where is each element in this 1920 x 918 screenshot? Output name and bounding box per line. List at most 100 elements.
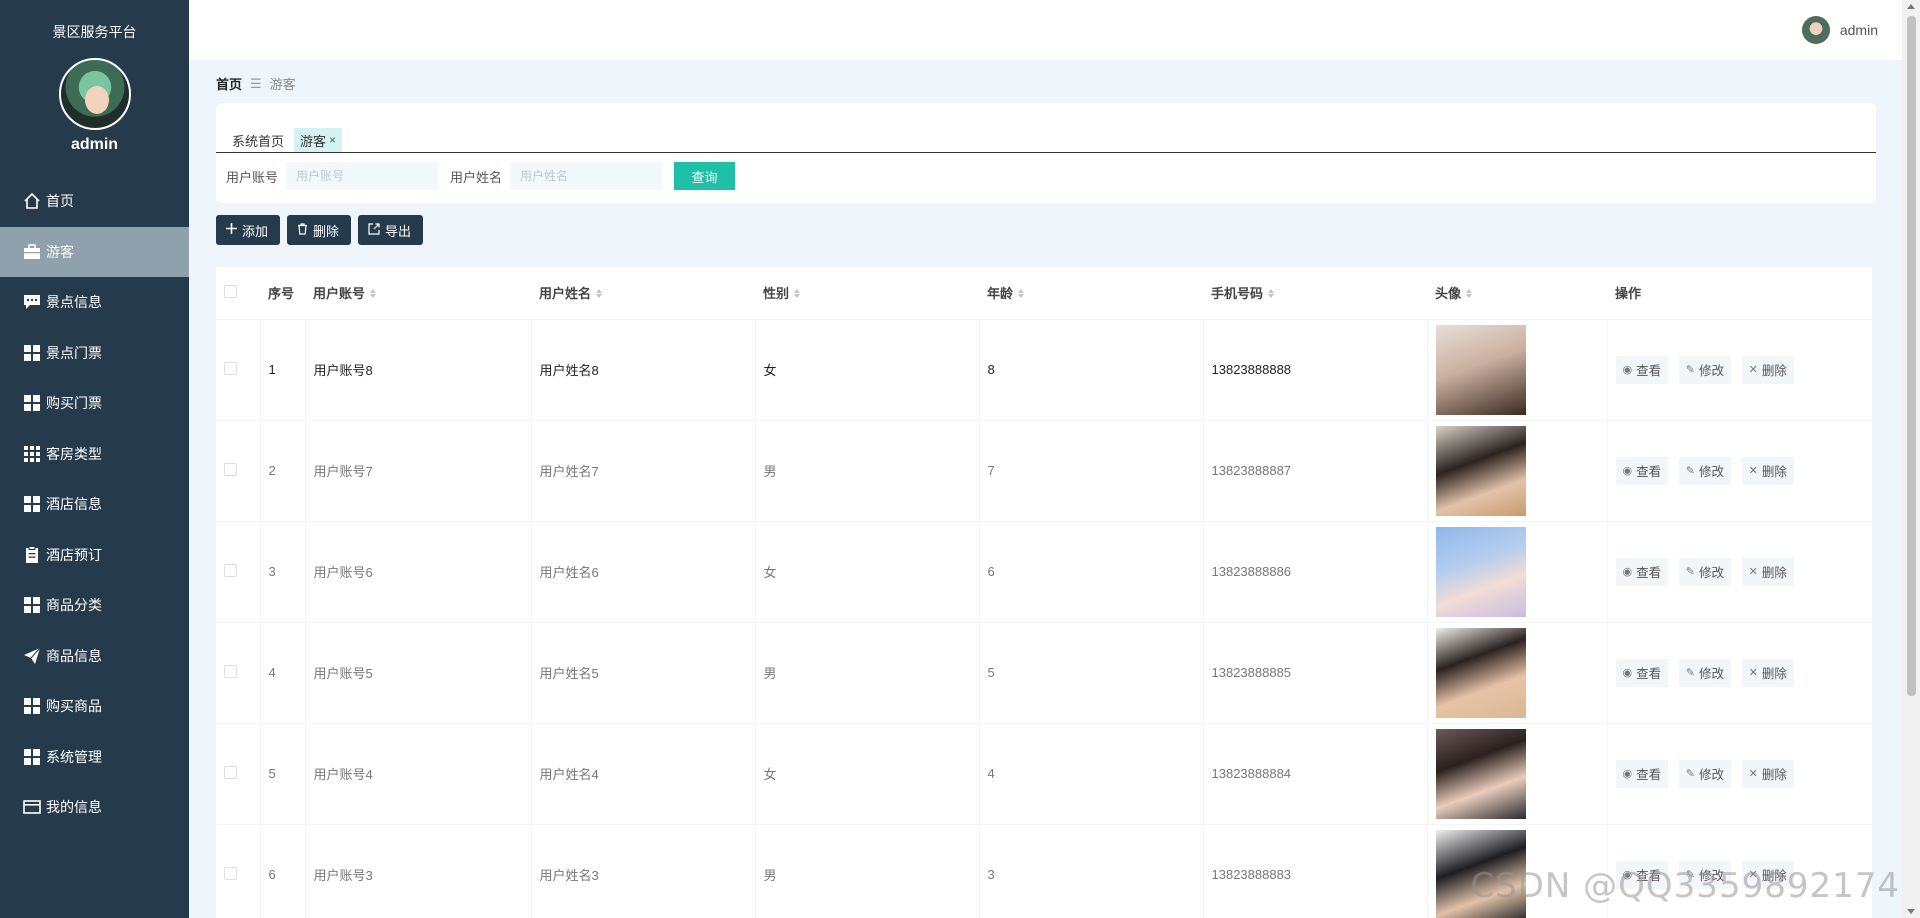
breadcrumb-home[interactable]: 首页 xyxy=(216,74,242,93)
breadcrumb: 首页 ☰ 游客 xyxy=(216,74,296,93)
col-gender[interactable]: 性别 xyxy=(755,267,979,320)
tab-tourist[interactable]: 游客 × xyxy=(294,128,343,152)
sidebar-item-buy-ticket[interactable]: 购买门票 xyxy=(0,378,189,429)
scrollbar-thumb[interactable] xyxy=(1907,16,1916,696)
sidebar-item-system[interactable]: 系统管理 xyxy=(0,732,189,783)
cell-age: 6 xyxy=(979,521,1204,623)
sort-icon[interactable] xyxy=(1466,288,1473,299)
select-all-checkbox[interactable] xyxy=(224,284,237,298)
close-icon: ✕ xyxy=(1748,364,1758,376)
trash-icon xyxy=(297,222,308,238)
sidebar-item-buy-product[interactable]: 购买商品 xyxy=(0,681,189,732)
avatar-photo xyxy=(1435,324,1526,415)
cell-index: 6 xyxy=(260,824,306,918)
cell-actions: ◉ 查看 ✎ 修改 ✕ 删除 xyxy=(1607,824,1872,918)
cell-actions: ◉ 查看 ✎ 修改 ✕ 删除 xyxy=(1607,420,1872,522)
view-button[interactable]: ◉ 查看 xyxy=(1615,658,1669,687)
name-search-input[interactable] xyxy=(510,162,663,190)
table-row: 2 用户账号7 用户姓名7 男 7 13823888887 ◉ 查看 ✎ 修改 ✕ 删… xyxy=(216,420,1872,522)
row-checkbox[interactable] xyxy=(224,462,237,476)
sidebar-item-label: 景点信息 xyxy=(46,294,102,311)
view-button[interactable]: ◉ 查看 xyxy=(1615,456,1669,485)
top-user-name[interactable]: admin xyxy=(1840,22,1878,38)
close-icon: ✕ xyxy=(1748,869,1758,881)
delete-label: 删除 xyxy=(1761,364,1787,378)
row-checkbox[interactable] xyxy=(224,664,237,678)
row-checkbox[interactable] xyxy=(224,563,237,577)
sidebar-item-home[interactable]: 首页 xyxy=(0,176,189,227)
table-row: 3 用户账号6 用户姓名6 女 6 13823888886 ◉ 查看 ✎ 修改 ✕ 删… xyxy=(216,521,1872,623)
sort-icon[interactable] xyxy=(794,288,801,299)
export-button[interactable]: 导出 xyxy=(358,215,424,245)
cell-gender: 女 xyxy=(755,319,980,421)
close-icon[interactable]: × xyxy=(329,133,336,147)
row-select-cell xyxy=(216,420,261,522)
edit-button[interactable]: ✎ 修改 xyxy=(1678,658,1731,687)
sidebar-item-tourist[interactable]: 游客 xyxy=(0,226,189,277)
row-checkbox[interactable] xyxy=(224,361,237,375)
row-checkbox[interactable] xyxy=(224,866,237,880)
scroll-down-icon[interactable] xyxy=(1907,909,1915,914)
table-row: 4 用户账号5 用户姓名5 男 5 13823888885 ◉ 查看 ✎ 修改 ✕ 删… xyxy=(216,622,1872,724)
col-age[interactable]: 年龄 xyxy=(979,267,1203,320)
sort-icon[interactable] xyxy=(1268,288,1275,299)
cell-age: 7 xyxy=(979,420,1204,522)
sidebar-item-product-category[interactable]: 商品分类 xyxy=(0,580,189,631)
page-scrollbar[interactable] xyxy=(1902,0,1920,918)
edit-label: 修改 xyxy=(1698,667,1724,681)
avatar-photo xyxy=(1435,526,1526,617)
avatar[interactable] xyxy=(58,58,131,130)
view-button[interactable]: ◉ 查看 xyxy=(1615,759,1669,788)
row-delete-button[interactable]: ✕ 删除 xyxy=(1741,557,1794,586)
delete-label: 删除 xyxy=(1761,566,1787,580)
row-delete-button[interactable]: ✕ 删除 xyxy=(1741,456,1794,485)
scroll-up-icon[interactable] xyxy=(1907,4,1915,9)
sidebar-item-label: 酒店预订 xyxy=(46,546,102,563)
edit-button[interactable]: ✎ 修改 xyxy=(1678,355,1731,384)
sidebar-item-scenic-info[interactable]: 景点信息 xyxy=(0,277,189,328)
view-label: 查看 xyxy=(1636,667,1662,681)
sidebar-item-product-info[interactable]: 商品信息 xyxy=(0,631,189,682)
sidebar-item-hotel-info[interactable]: 酒店信息 xyxy=(0,479,189,530)
row-delete-button[interactable]: ✕ 删除 xyxy=(1741,355,1794,384)
view-button[interactable]: ◉ 查看 xyxy=(1615,860,1669,889)
row-delete-button[interactable]: ✕ 删除 xyxy=(1741,658,1794,687)
sidebar-item-label: 购买商品 xyxy=(46,698,102,715)
avatar[interactable] xyxy=(1801,16,1830,44)
row-delete-button[interactable]: ✕ 删除 xyxy=(1741,759,1794,788)
query-button[interactable]: 查询 xyxy=(674,162,736,190)
add-button[interactable]: 添加 xyxy=(216,215,281,245)
cell-age: 5 xyxy=(979,622,1204,724)
tab-home[interactable]: 系统首页 xyxy=(226,128,290,152)
grid-icon xyxy=(22,394,42,412)
col-name[interactable]: 用户姓名 xyxy=(531,267,755,320)
sort-icon[interactable] xyxy=(370,288,377,299)
delete-label: 删除 xyxy=(1761,465,1787,479)
eye-icon: ◉ xyxy=(1622,566,1633,578)
sidebar-item-room-type[interactable]: 客房类型 xyxy=(0,429,189,480)
col-phone[interactable]: 手机号码 xyxy=(1203,267,1427,320)
col-label: 用户账号 xyxy=(313,286,366,302)
edit-button[interactable]: ✎ 修改 xyxy=(1678,759,1731,788)
col-avatar[interactable]: 头像 xyxy=(1427,267,1607,320)
sidebar-item-hotel-booking[interactable]: 酒店预订 xyxy=(0,530,189,581)
sort-icon[interactable] xyxy=(1018,288,1025,299)
top-user-menu[interactable]: admin xyxy=(1801,16,1878,44)
sidebar-item-my-info[interactable]: 我的信息 xyxy=(0,782,189,833)
view-button[interactable]: ◉ 查看 xyxy=(1615,355,1669,384)
cell-phone: 13823888884 xyxy=(1203,723,1428,825)
col-account[interactable]: 用户账号 xyxy=(305,267,531,320)
edit-button[interactable]: ✎ 修改 xyxy=(1678,456,1731,485)
row-checkbox[interactable] xyxy=(224,765,237,779)
cell-avatar xyxy=(1427,521,1608,623)
row-delete-button[interactable]: ✕ 删除 xyxy=(1741,860,1794,889)
sidebar-item-scenic-ticket[interactable]: 景点门票 xyxy=(0,328,189,379)
edit-button[interactable]: ✎ 修改 xyxy=(1678,860,1731,889)
account-search-input[interactable] xyxy=(286,162,439,190)
delete-button[interactable]: 删除 xyxy=(287,215,352,245)
edit-button[interactable]: ✎ 修改 xyxy=(1678,557,1731,586)
view-button[interactable]: ◉ 查看 xyxy=(1615,557,1669,586)
delete-button-label: 删除 xyxy=(313,223,340,239)
breadcrumb-current: 游客 xyxy=(269,77,296,92)
sort-icon[interactable] xyxy=(596,288,603,299)
